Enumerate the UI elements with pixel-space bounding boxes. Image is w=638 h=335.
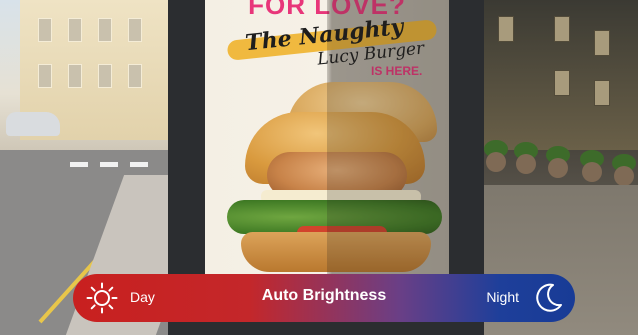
building-window bbox=[68, 18, 82, 42]
night-mode-half bbox=[327, 0, 449, 290]
night-building bbox=[484, 0, 638, 150]
moon-icon bbox=[536, 283, 562, 312]
auto-brightness-bar: Day Auto Brightness Night bbox=[73, 274, 575, 322]
planter-pot bbox=[516, 154, 536, 174]
scene: FOR LOVE? The Naughty Lucy Burger IS HER… bbox=[0, 0, 638, 335]
building-window bbox=[554, 70, 570, 96]
building-window bbox=[128, 18, 142, 42]
planter-pot bbox=[486, 152, 506, 172]
crosswalk-stripe bbox=[130, 162, 148, 167]
building-window bbox=[38, 18, 52, 42]
building-window bbox=[38, 64, 52, 88]
planter-pot bbox=[548, 158, 568, 178]
planter-row bbox=[484, 140, 638, 190]
planter-pot bbox=[614, 166, 634, 186]
building-window bbox=[128, 64, 142, 88]
crosswalk-stripe bbox=[100, 162, 118, 167]
parked-car bbox=[6, 112, 60, 136]
burger-poster: FOR LOVE? The Naughty Lucy Burger IS HER… bbox=[205, 0, 449, 290]
building-window bbox=[594, 80, 610, 106]
night-label: Night bbox=[486, 289, 519, 305]
planter-pot bbox=[582, 162, 602, 182]
building-window bbox=[498, 16, 514, 42]
building-window bbox=[554, 16, 570, 42]
building-window bbox=[98, 64, 112, 88]
crosswalk-stripe bbox=[70, 162, 88, 167]
building-window bbox=[68, 64, 82, 88]
building-window bbox=[594, 30, 610, 56]
building-window bbox=[98, 18, 112, 42]
